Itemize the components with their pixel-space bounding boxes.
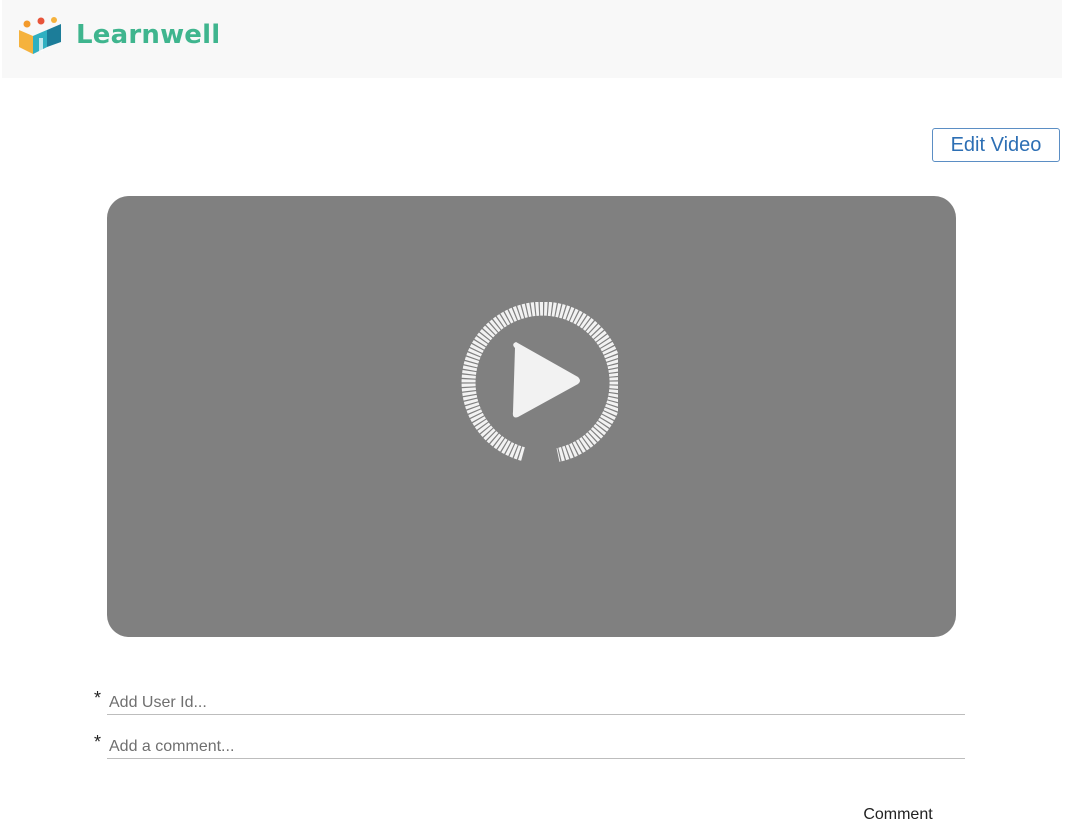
brand-name[interactable]: Learnwell xyxy=(76,20,220,50)
user-id-input[interactable] xyxy=(107,692,965,715)
required-marker: * xyxy=(94,688,102,708)
comment-field: * xyxy=(94,732,965,762)
comment-submit-button[interactable]: Comment xyxy=(848,800,948,830)
app-header: Learnwell xyxy=(2,0,1062,78)
required-marker: * xyxy=(94,732,102,752)
learnwell-logo-icon[interactable] xyxy=(17,16,63,60)
video-player[interactable] xyxy=(107,196,956,637)
comment-input[interactable] xyxy=(107,736,965,759)
play-circle-icon[interactable] xyxy=(458,301,624,462)
user-id-field: * xyxy=(94,688,965,718)
edit-video-button[interactable]: Edit Video xyxy=(932,128,1060,162)
